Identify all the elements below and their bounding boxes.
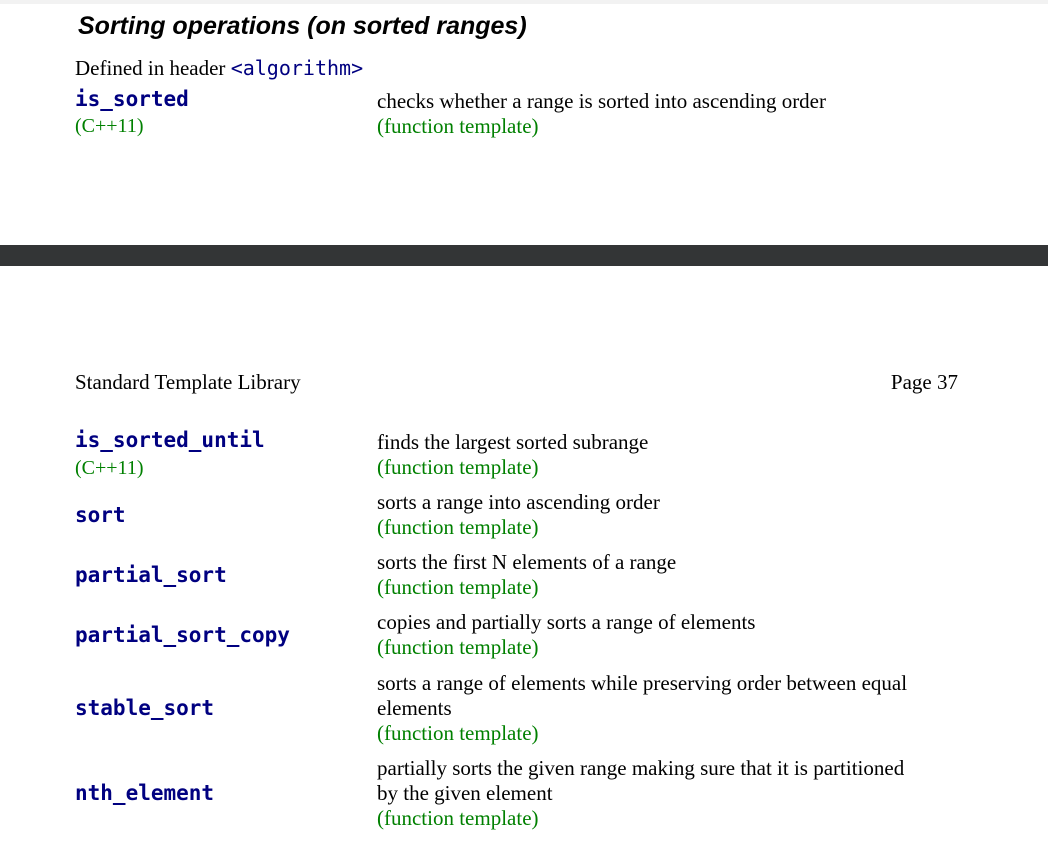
description-partial-sort-copy: copies and partially sorts a range of el… (377, 610, 967, 660)
description-line: elements (377, 696, 452, 720)
function-link-partial-sort-copy[interactable]: partial_sort_copy (75, 622, 290, 648)
function-link-nth-element[interactable]: nth_element (75, 780, 214, 806)
pdf-page-bottom: Standard Template Library Page 37 is_sor… (0, 266, 1048, 843)
defined-in-header-line: Defined in header <algorithm> (75, 55, 363, 81)
description-line: sorts the first N elements of a range (377, 550, 677, 574)
standard-tag-is-sorted-until: (C++11) (75, 457, 144, 479)
description-sort: sorts a range into ascending order (func… (377, 490, 967, 540)
description-partial-sort: sorts the first N elements of a range (f… (377, 550, 967, 600)
function-kind: (function template) (377, 806, 539, 830)
page-number: Page 37 (890, 370, 958, 394)
page-edge-shade (0, 0, 1048, 4)
description-line: copies and partially sorts a range of el… (377, 610, 756, 634)
section-title: Sorting operations (on sorted ranges) (78, 12, 527, 40)
description-line: partially sorts the given range making s… (377, 756, 905, 780)
standard-tag-is-sorted: (C++11) (75, 115, 144, 137)
description-is-sorted-until: finds the largest sorted subrange (funct… (377, 430, 967, 480)
function-kind: (function template) (377, 635, 539, 659)
header-file-link[interactable]: <algorithm> (231, 56, 363, 80)
description-nth-element: partially sorts the given range making s… (377, 756, 967, 831)
function-kind: (function template) (377, 515, 539, 539)
description-line: checks whether a range is sorted into as… (377, 89, 826, 113)
defined-in-label: Defined in header (75, 56, 226, 80)
description-line: sorts a range into ascending order (377, 490, 660, 514)
description-line: by the given element (377, 781, 553, 805)
function-kind: (function template) (377, 575, 539, 599)
description-is-sorted: checks whether a range is sorted into as… (377, 89, 967, 139)
function-link-is-sorted-until[interactable]: is_sorted_until (75, 427, 265, 453)
function-link-partial-sort[interactable]: partial_sort (75, 562, 227, 588)
description-line: sorts a range of elements while preservi… (377, 671, 908, 695)
page-separator (0, 245, 1048, 266)
function-link-sort[interactable]: sort (75, 502, 126, 528)
pdf-page-top: Sorting operations (on sorted ranges) De… (0, 0, 1048, 245)
function-link-is-sorted[interactable]: is_sorted (75, 86, 189, 112)
function-kind: (function template) (377, 455, 539, 479)
description-stable-sort: sorts a range of elements while preservi… (377, 671, 967, 746)
function-kind: (function template) (377, 114, 539, 138)
function-link-stable-sort[interactable]: stable_sort (75, 695, 214, 721)
description-line: finds the largest sorted subrange (377, 430, 649, 454)
running-header-title: Standard Template Library (75, 370, 301, 394)
function-kind: (function template) (377, 721, 539, 745)
